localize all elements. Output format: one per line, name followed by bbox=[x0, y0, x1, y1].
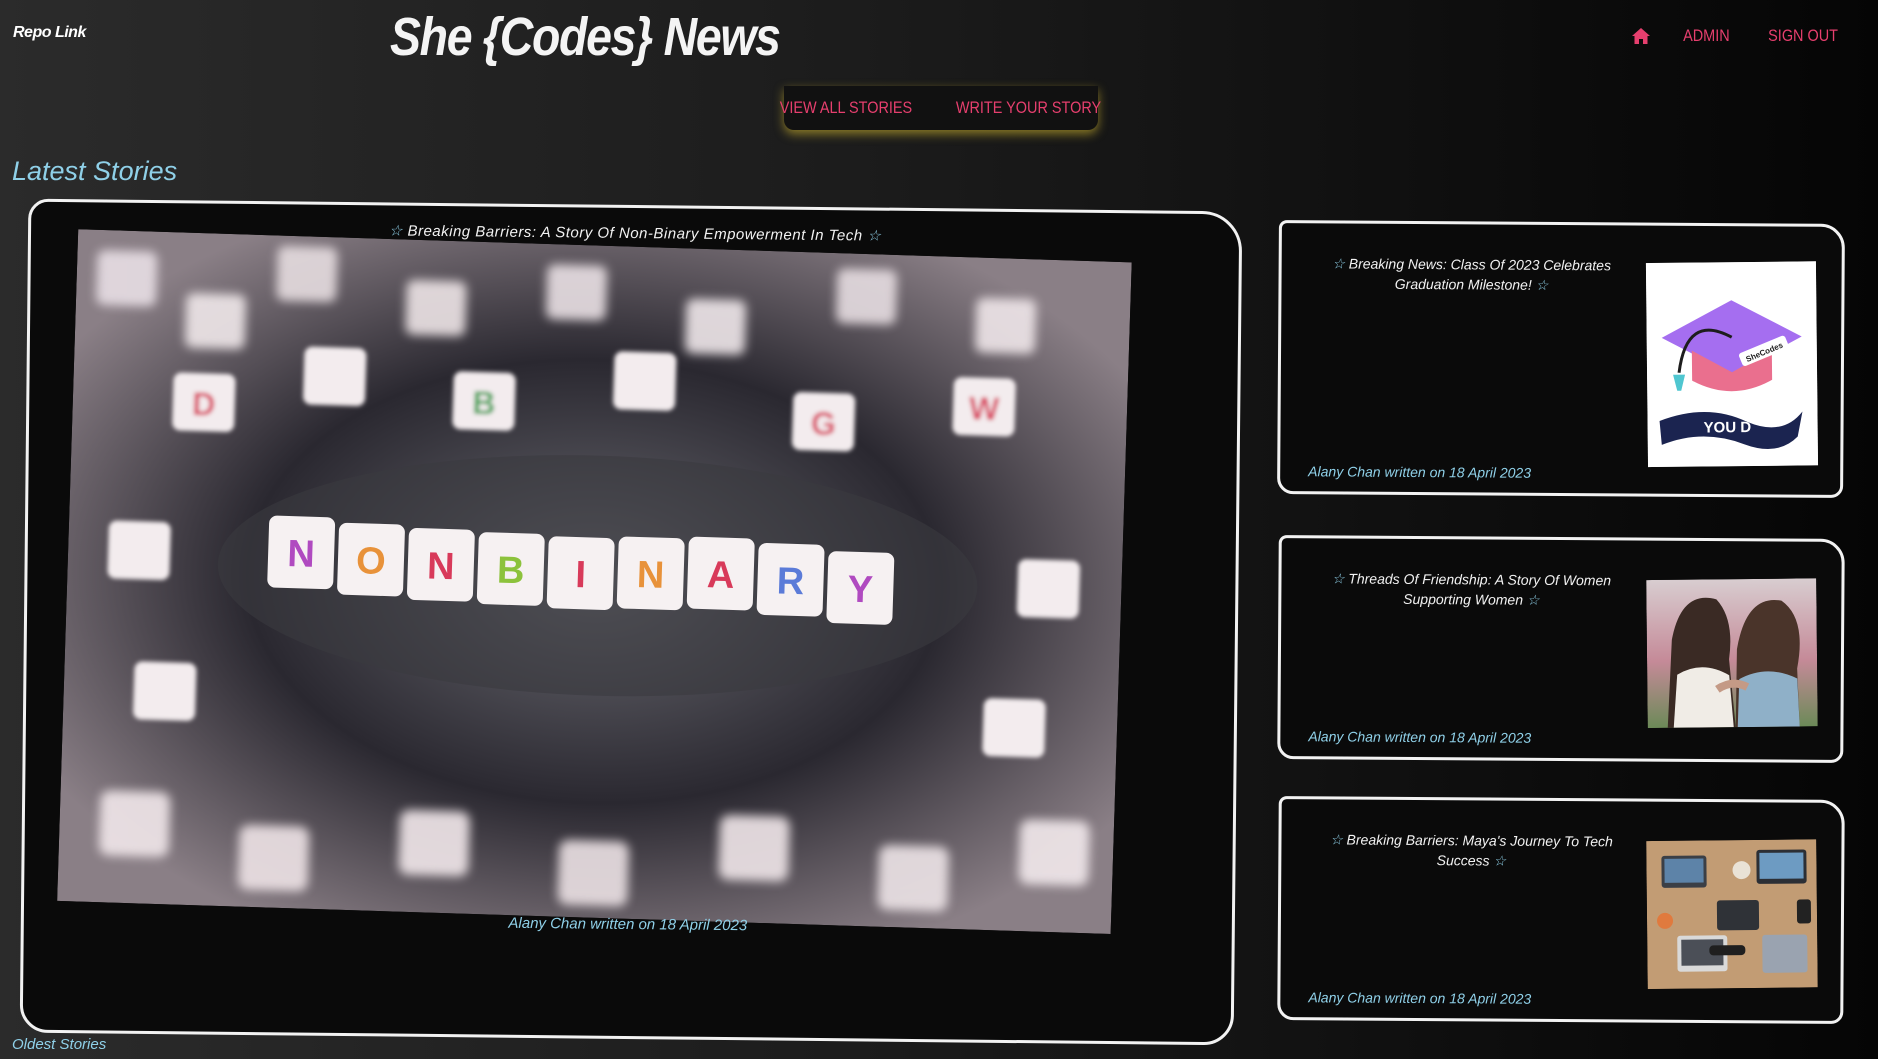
featured-story-image[interactable]: D B G W N O N B I N A R Y bbox=[57, 229, 1132, 935]
star-icon: ☆ bbox=[1535, 276, 1549, 293]
svg-text:N: N bbox=[287, 533, 316, 576]
svg-text:B: B bbox=[496, 550, 525, 593]
star-icon: ☆ bbox=[1331, 570, 1345, 587]
story-image-friendship[interactable] bbox=[1646, 578, 1818, 729]
banner-text: YOU D bbox=[1704, 419, 1752, 436]
story-title-text: Threads Of Friendship: A Story Of Women … bbox=[1348, 570, 1612, 608]
star-icon: ☆ bbox=[867, 227, 882, 245]
star-icon: ☆ bbox=[1493, 852, 1507, 869]
story-card-friendship[interactable]: ☆ Threads Of Friendship: A Story Of Wome… bbox=[1277, 535, 1845, 763]
star-icon: ☆ bbox=[1330, 831, 1343, 848]
repo-link[interactable]: Repo Link bbox=[13, 24, 86, 42]
latest-stories-heading: Latest Stories bbox=[12, 156, 178, 186]
story-title[interactable]: ☆ Breaking News: Class Of 2023 Celebrate… bbox=[1321, 253, 1621, 295]
story-title[interactable]: ☆ Threads Of Friendship: A Story Of Wome… bbox=[1321, 568, 1621, 610]
story-title-text: Breaking Barriers: Maya's Journey To Tec… bbox=[1346, 831, 1613, 869]
svg-text:Y: Y bbox=[847, 569, 874, 612]
story-title[interactable]: ☆ Breaking Barriers: Maya's Journey To T… bbox=[1321, 829, 1621, 871]
svg-text:G: G bbox=[810, 405, 836, 442]
svg-text:B: B bbox=[472, 385, 496, 422]
story-byline: Alany Chan written on 18 April 2023 bbox=[1308, 989, 1532, 1007]
sign-out-link[interactable]: SIGN OUT bbox=[1768, 26, 1838, 46]
write-story-link[interactable]: WRITE YOUR STORY bbox=[956, 98, 1101, 118]
oldest-stories-link[interactable]: Oldest Stories bbox=[12, 1036, 106, 1053]
top-nav: ADMIN SIGN OUT bbox=[1631, 26, 1844, 46]
star-icon: ☆ bbox=[1526, 591, 1540, 608]
featured-story-card[interactable]: ☆ Breaking Barriers: A Story Of Non-Bina… bbox=[19, 198, 1243, 1046]
svg-text:W: W bbox=[968, 390, 1000, 427]
site-title[interactable]: She {Codes} News bbox=[390, 6, 781, 68]
star-icon: ☆ bbox=[388, 222, 403, 240]
svg-text:I: I bbox=[575, 554, 587, 596]
story-title-text: Breaking News: Class Of 2023 Celebrates … bbox=[1348, 255, 1612, 293]
svg-text:A: A bbox=[706, 554, 735, 597]
sub-nav: VIEW ALL STORIES WRITE YOUR STORY bbox=[779, 86, 1102, 130]
svg-text:D: D bbox=[192, 386, 216, 423]
home-icon[interactable] bbox=[1631, 27, 1651, 45]
story-image-maya[interactable] bbox=[1646, 839, 1818, 990]
story-image-graduation[interactable]: SheCodes YOU D bbox=[1645, 261, 1819, 468]
story-byline: Alany Chan written on 18 April 2023 bbox=[1308, 463, 1532, 481]
story-card-graduation[interactable]: ☆ Breaking News: Class Of 2023 Celebrate… bbox=[1277, 220, 1845, 498]
star-icon: ☆ bbox=[1332, 255, 1345, 272]
svg-text:O: O bbox=[356, 540, 387, 583]
admin-link[interactable]: ADMIN bbox=[1683, 26, 1730, 46]
story-card-maya[interactable]: ☆ Breaking Barriers: Maya's Journey To T… bbox=[1277, 796, 1845, 1024]
view-all-stories-link[interactable]: VIEW ALL STORIES bbox=[779, 98, 912, 118]
svg-text:N: N bbox=[426, 545, 455, 588]
svg-text:N: N bbox=[636, 554, 665, 597]
svg-text:R: R bbox=[776, 560, 805, 603]
story-byline: Alany Chan written on 18 April 2023 bbox=[1308, 728, 1532, 746]
